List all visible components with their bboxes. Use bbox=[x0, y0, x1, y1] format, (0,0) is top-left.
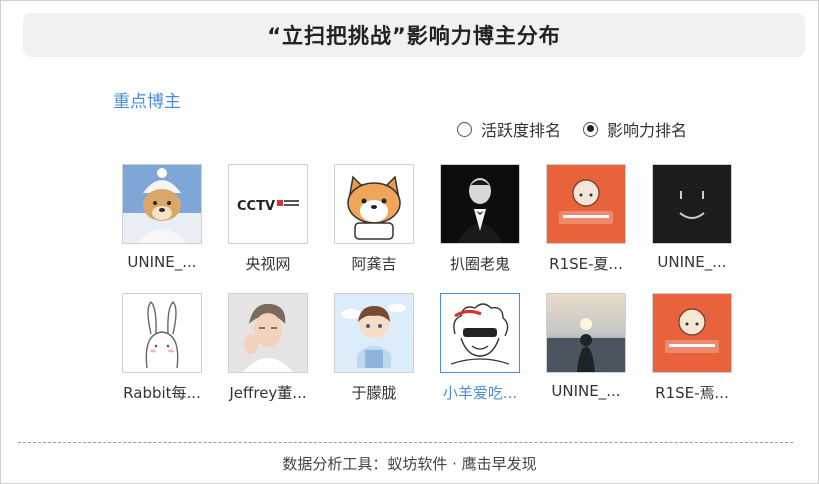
anime-boy-avatar[interactable] bbox=[334, 293, 414, 373]
blogger-name[interactable]: UNINE_... bbox=[534, 382, 638, 400]
rank-option-label: 活跃度排名 bbox=[481, 121, 562, 140]
blogger-card[interactable]: R1SE-夏... bbox=[533, 164, 639, 274]
rank-option-influence[interactable]: 影响力排名 bbox=[583, 117, 687, 141]
blogger-name[interactable]: 扒圈老鬼 bbox=[428, 253, 532, 274]
blogger-card[interactable]: R1SE-焉... bbox=[639, 293, 745, 403]
blogger-card[interactable]: 扒圈老鬼 bbox=[427, 164, 533, 274]
blogger-card[interactable]: UNINE_... bbox=[109, 164, 215, 274]
key-bloggers-tab[interactable]: 重点博主 bbox=[113, 87, 181, 112]
blogger-card[interactable]: 于朦胧 bbox=[321, 293, 427, 403]
blogger-card[interactable]: Jeffrey董... bbox=[215, 293, 321, 403]
widget-frame: “立扫把挑战”影响力博主分布 重点博主 活跃度排名 影响力排名 UNINE_..… bbox=[0, 0, 819, 484]
blogger-card[interactable]: CCTV 央视网 bbox=[215, 164, 321, 274]
blogger-name[interactable]: Rabbit每... bbox=[110, 382, 214, 403]
blogger-card[interactable]: UNINE_... bbox=[639, 164, 745, 274]
blogger-card[interactable]: UNINE_... bbox=[533, 293, 639, 403]
blogger-name[interactable]: 央视网 bbox=[216, 253, 320, 274]
cctv-logo-avatar[interactable]: CCTV bbox=[228, 164, 308, 244]
orange-cartoon-avatar[interactable] bbox=[546, 164, 626, 244]
corgi-cartoon-avatar[interactable] bbox=[334, 164, 414, 244]
blogger-name[interactable]: Jeffrey董... bbox=[216, 382, 320, 403]
person-photo-avatar[interactable] bbox=[228, 293, 308, 373]
svg-text:CCTV: CCTV bbox=[237, 199, 275, 214]
rank-option-activity[interactable]: 活跃度排名 bbox=[457, 117, 561, 141]
panel-title: “立扫把挑战”影响力博主分布 bbox=[23, 13, 805, 57]
blogger-card[interactable]: Rabbit每... bbox=[109, 293, 215, 403]
footer-divider bbox=[18, 442, 793, 443]
blogger-grid: UNINE_... CCTV 央视网 阿龚吉 扒圈老鬼 R1SE-夏... UN… bbox=[109, 164, 759, 403]
rabbit-sketch-avatar[interactable] bbox=[122, 293, 202, 373]
blogger-name[interactable]: UNINE_... bbox=[640, 253, 744, 271]
blogger-card[interactable]: 小羊爱吃... bbox=[427, 293, 533, 403]
blogger-name[interactable]: 小羊爱吃... bbox=[428, 382, 532, 403]
smiley-black-avatar[interactable] bbox=[652, 164, 732, 244]
godfather-avatar[interactable] bbox=[440, 164, 520, 244]
blogger-name[interactable]: 于朦胧 bbox=[322, 382, 426, 403]
blogger-name[interactable]: UNINE_... bbox=[110, 253, 214, 271]
sunset-silhouette-avatar[interactable] bbox=[546, 293, 626, 373]
sheep-sketch-avatar[interactable] bbox=[440, 293, 520, 373]
blogger-name[interactable]: R1SE-夏... bbox=[534, 253, 638, 274]
radio-checked-icon[interactable] bbox=[583, 121, 599, 137]
blogger-name[interactable]: 阿龚吉 bbox=[322, 253, 426, 274]
orange-cartoon-avatar[interactable] bbox=[652, 293, 732, 373]
snow-dog-avatar[interactable] bbox=[122, 164, 202, 244]
ranking-toggle: 活跃度排名 影响力排名 bbox=[457, 117, 687, 141]
blogger-card[interactable]: 阿龚吉 bbox=[321, 164, 427, 274]
rank-option-label: 影响力排名 bbox=[607, 121, 688, 140]
footer-credit: 数据分析工具：蚁坊软件 · 鹰击早发现 bbox=[282, 455, 537, 473]
radio-unchecked-icon[interactable] bbox=[457, 121, 472, 137]
blogger-name[interactable]: R1SE-焉... bbox=[640, 382, 744, 403]
